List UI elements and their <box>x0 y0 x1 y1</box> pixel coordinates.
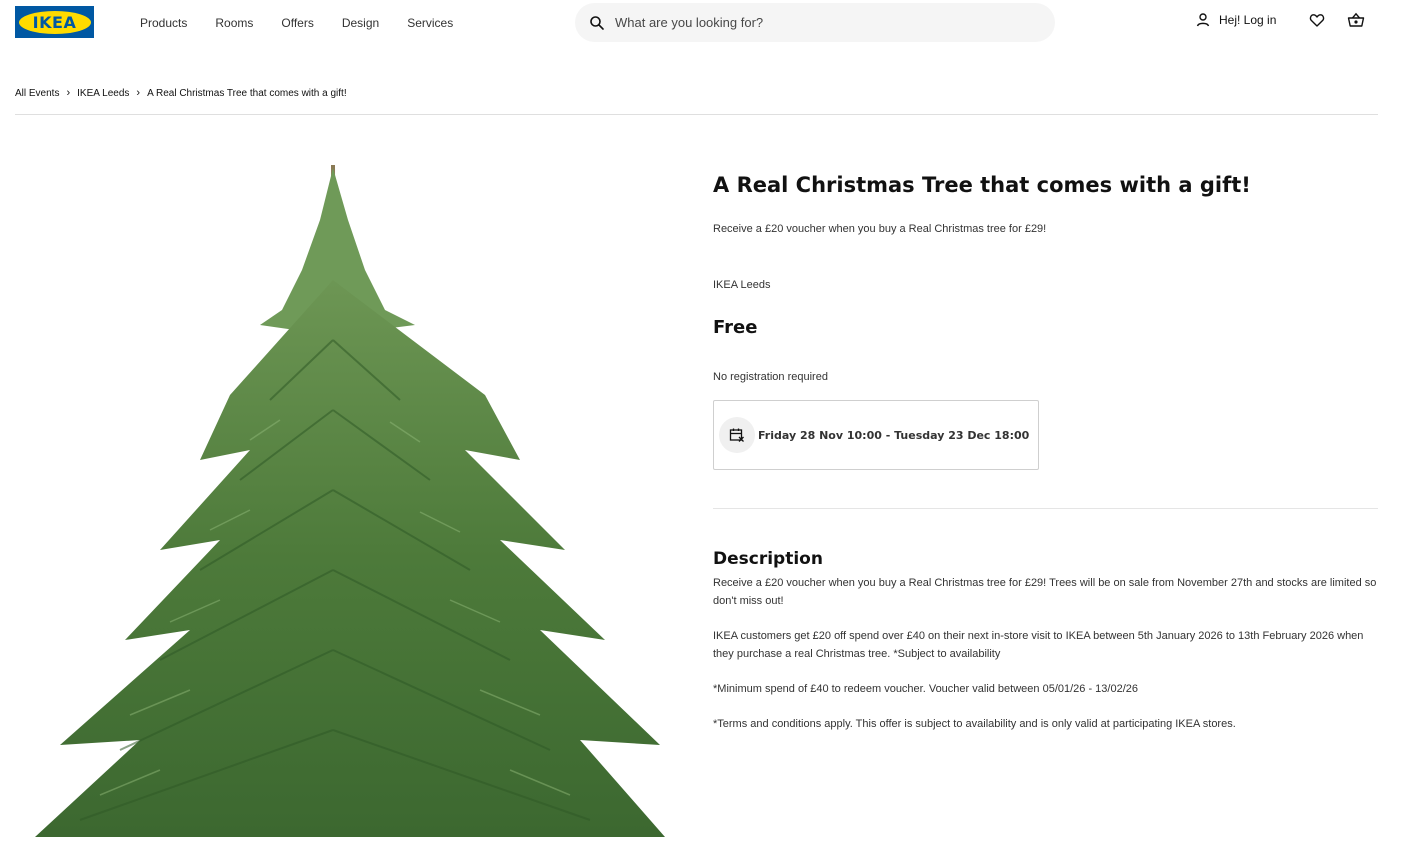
nav-products[interactable]: Products <box>140 15 187 31</box>
description-paragraph: IKEA customers get £20 off spend over £4… <box>713 630 1364 660</box>
event-title: A Real Christmas Tree that comes with a … <box>713 173 1251 197</box>
header-actions: Hej! Log in <box>1195 12 1365 28</box>
description-paragraph: *Minimum spend of £40 to redeem voucher.… <box>713 683 1138 695</box>
chevron-right-icon: › <box>66 87 71 99</box>
chevron-right-icon: › <box>136 87 141 99</box>
main-nav: Products Rooms Offers Design Services <box>140 15 481 31</box>
search-input[interactable] <box>613 14 1017 31</box>
heart-icon[interactable] <box>1309 12 1325 28</box>
search-bar[interactable] <box>575 3 1055 42</box>
logo-text: IKEA <box>18 10 91 34</box>
event-image-christmas-tree <box>20 160 680 838</box>
registration-note: No registration required <box>713 371 828 383</box>
nav-design[interactable]: Design <box>342 15 379 31</box>
breadcrumb-store[interactable]: IKEA Leeds <box>77 88 129 99</box>
description-paragraph: *Terms and conditions apply. This offer … <box>713 718 1236 730</box>
event-date-range: Friday 28 Nov 10:00 - Tuesday 23 Dec 18:… <box>758 428 1030 442</box>
divider <box>713 508 1378 509</box>
breadcrumb-all-events[interactable]: All Events <box>15 88 59 99</box>
user-icon <box>1196 13 1210 27</box>
login-label: Hej! Log in <box>1219 13 1277 27</box>
event-price: Free <box>713 317 758 338</box>
ikea-logo[interactable]: IKEA <box>15 6 94 38</box>
breadcrumb: All Events › IKEA Leeds › A Real Christm… <box>15 87 347 99</box>
description-paragraph: Receive a £20 voucher when you buy a Rea… <box>713 577 1377 607</box>
login-link[interactable]: Hej! Log in <box>1195 12 1276 28</box>
basket-icon[interactable] <box>1347 12 1365 28</box>
breadcrumb-current: A Real Christmas Tree that comes with a … <box>147 87 347 99</box>
event-date-card[interactable]: Friday 28 Nov 10:00 - Tuesday 23 Dec 18:… <box>713 400 1039 470</box>
event-details: A Real Christmas Tree that comes with a … <box>713 168 1378 730</box>
description-body: Receive a £20 voucher when you buy a Rea… <box>713 574 1378 750</box>
event-location: IKEA Leeds <box>713 279 771 291</box>
search-icon <box>589 15 605 31</box>
divider <box>15 114 1378 115</box>
nav-offers[interactable]: Offers <box>281 15 313 31</box>
description-heading: Description <box>713 549 823 569</box>
nav-rooms[interactable]: Rooms <box>215 15 253 31</box>
event-subtitle: Receive a £20 voucher when you buy a Rea… <box>713 223 1047 235</box>
nav-services[interactable]: Services <box>407 15 453 31</box>
calendar-icon <box>719 417 755 453</box>
